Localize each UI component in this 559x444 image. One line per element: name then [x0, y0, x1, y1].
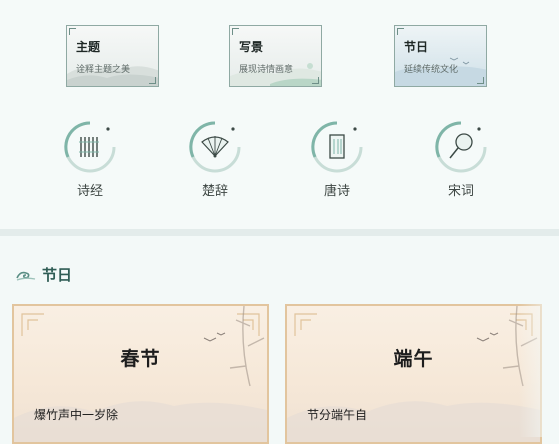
category-card-scene[interactable]: 写景 展现诗情画意: [229, 25, 322, 87]
festival-card-duanwu[interactable]: 端午 节分端午自: [285, 304, 542, 444]
scroll-fade-overlay: [519, 304, 559, 437]
folding-fan-icon: [189, 121, 241, 173]
section-divider: [0, 229, 559, 236]
category-card-theme[interactable]: 主题 诠释主题之美: [66, 25, 159, 87]
classic-chuci[interactable]: 楚辞: [185, 120, 245, 199]
category-card-festival[interactable]: 节日 延续传统文化: [394, 25, 487, 87]
classic-songci[interactable]: 宋词: [431, 120, 491, 199]
classic-label: 诗经: [76, 184, 103, 199]
classic-shijing[interactable]: 诗经: [60, 120, 120, 199]
section-header: 节日: [16, 264, 72, 285]
category-title: 写景: [239, 40, 264, 54]
category-subtitle: 诠释主题之美: [76, 65, 131, 75]
festival-card-spring[interactable]: 春节 爆竹声中一岁除: [12, 304, 269, 444]
classic-label: 宋词: [447, 184, 474, 199]
category-title: 主题: [76, 40, 101, 54]
festival-name: 端午: [393, 348, 434, 370]
festival-poem-line: 爆竹声中一岁除: [34, 408, 119, 422]
festival-name: 春节: [120, 348, 161, 370]
cloud-swirl-icon: [16, 271, 36, 281]
section-title: 节日: [42, 266, 73, 284]
book-icon: [311, 121, 363, 173]
classic-label: 唐诗: [323, 184, 350, 199]
bamboo-scroll-icon: [64, 121, 116, 173]
round-fan-icon: [435, 121, 487, 173]
category-subtitle: 展现诗情画意: [239, 65, 294, 75]
top-panel: 主题 诠释主题之美 写景 展现诗情画意 节日 延续传统文化 诗经 楚辞 唐诗 宋…: [0, 0, 559, 230]
classic-label: 楚辞: [201, 184, 228, 199]
category-subtitle: 延续传统文化: [404, 65, 459, 75]
classic-tangshi[interactable]: 唐诗: [307, 120, 367, 199]
festival-poem-line: 节分端午自: [307, 408, 368, 422]
category-title: 节日: [404, 40, 429, 54]
